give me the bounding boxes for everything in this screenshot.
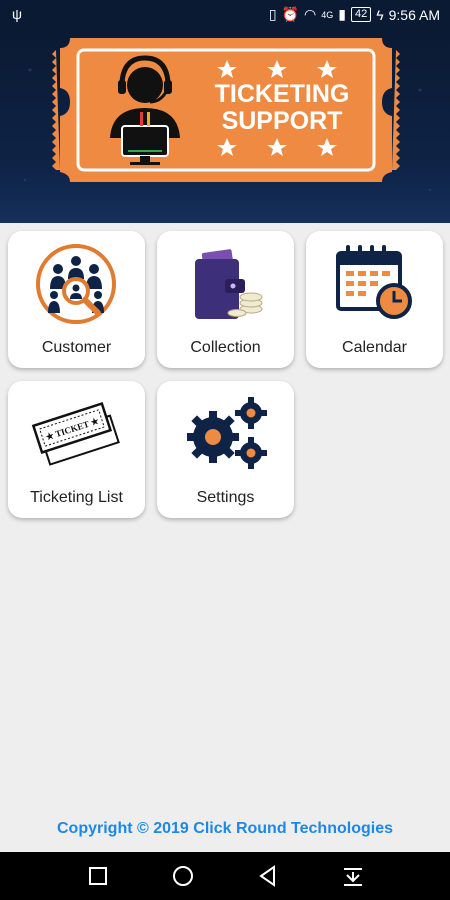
wifi-icon: ◠	[304, 6, 317, 22]
ticketing-list-tile[interactable]: ★ TICKET ★ Ticketing List	[8, 381, 145, 518]
ticket-banner-graphic: TICKETING SUPPORT	[23, 38, 432, 192]
usb-icon: ψ	[12, 6, 22, 22]
recents-icon[interactable]	[86, 864, 110, 888]
alarm-icon: ⏰	[281, 6, 299, 22]
clock: 9:56 AM	[388, 6, 440, 23]
collection-label: Collection	[190, 339, 261, 356]
settings-tile[interactable]: Settings	[157, 381, 294, 518]
calendar-tile[interactable]: Calendar	[306, 231, 443, 368]
signal-icon: ▮	[338, 6, 346, 22]
notification-pull-icon[interactable]	[341, 864, 365, 888]
status-icons: ▯ ⏰ ◠ 4G ▮ 42 ϟ 9:56 AM	[269, 6, 440, 23]
calendar-label: Calendar	[342, 339, 407, 356]
home-icon[interactable]	[171, 864, 195, 888]
network-label: 4G	[321, 9, 334, 20]
battery-icon: 42	[350, 7, 372, 22]
settings-label: Settings	[196, 489, 255, 506]
customer-label: Customer	[41, 339, 112, 356]
wallet-icon	[195, 249, 263, 319]
customer-tile[interactable]: Customer	[8, 231, 145, 368]
battery-level: 42	[354, 8, 368, 20]
customer-search-icon	[36, 244, 116, 324]
calendar-icon	[336, 245, 412, 319]
vibrate-icon: ▯	[268, 6, 277, 22]
collection-tile[interactable]: Collection	[157, 231, 294, 368]
back-icon[interactable]	[256, 864, 280, 888]
copyright-footer: Copyright © 2019 Click Round Technologie…	[57, 820, 393, 837]
android-nav-bar	[0, 852, 450, 900]
ticket-icon: ★ TICKET ★	[31, 401, 120, 466]
gears-icon	[187, 397, 267, 469]
header-banner: TICKETING SUPPORT	[0, 30, 450, 223]
ticketing-list-label: Ticketing List	[30, 489, 123, 506]
charging-icon: ϟ	[376, 6, 384, 23]
banner-title-line1: TICKETING	[215, 80, 350, 108]
banner-title-line2: SUPPORT	[222, 107, 343, 135]
status-bar: ψ ▯ ⏰ ◠ 4G ▮ 42 ϟ 9:56 AM	[0, 0, 450, 30]
